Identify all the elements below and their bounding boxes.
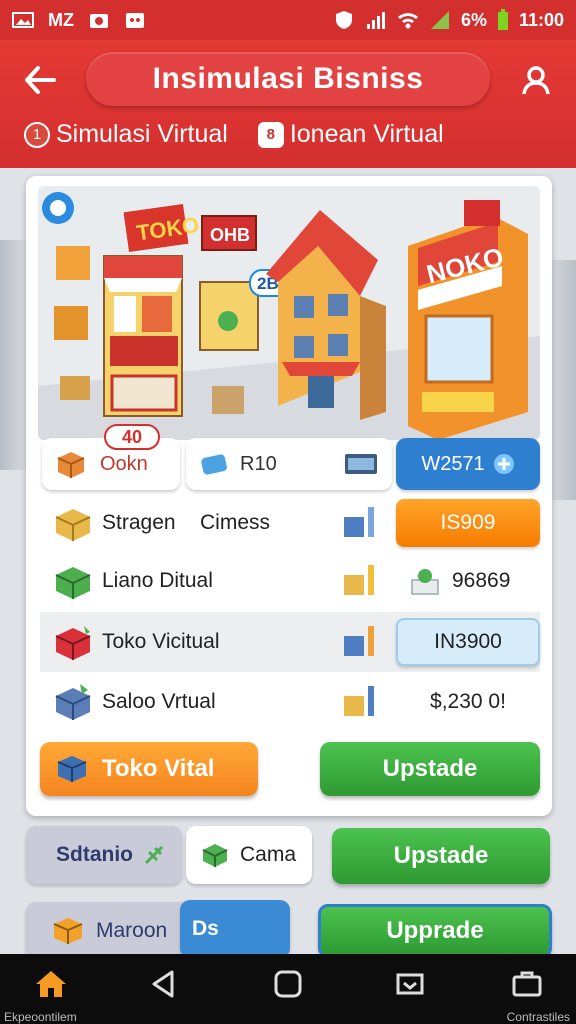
row-sub: Cimess [200,511,271,534]
vpn-icon [335,11,352,29]
gold-button[interactable]: W2571 [396,438,540,490]
battery-percent: 6% [460,9,487,30]
gold-value: W2571 [421,452,485,475]
balance-value: R10 [240,452,277,475]
house-building [266,210,386,420]
toko-virtual-button[interactable]: Toko Vital [40,742,258,796]
nav-label-right: Contrastiles [506,1010,570,1024]
row-value-wrap: 96869 [396,557,540,605]
city-backdrop-left [0,240,26,470]
carrier-label: MZ [48,9,74,30]
panel-label: Cama [240,843,297,866]
tab-simulasi-virtual[interactable]: 1 Simulasi Virtual [24,120,228,149]
camera-icon [90,14,108,28]
maroon-panel[interactable]: Maroon [26,902,206,960]
upgrade-button-3[interactable]: Upprade [318,904,552,958]
inbox-icon [396,973,424,995]
tab-label: Simulasi Virtual [56,120,228,148]
gallery-icon [12,12,34,28]
stat-panel[interactable]: Sdtanio [26,826,182,884]
box-icon [55,626,91,660]
pencil-icon [344,626,374,656]
inbox-button[interactable] [385,964,435,1004]
pencil-icon [344,565,374,595]
box-icon [55,509,91,541]
plant-icon [411,569,439,595]
app-bar: Insimulasi Bisniss 1 Simulasi Virtual 8 … [0,40,576,168]
plus-icon [493,454,514,474]
ds-panel[interactable]: Ds [180,900,290,958]
row-name: Toko Vicitual [102,630,220,653]
home-button[interactable] [26,964,76,1004]
business-scene: TOKO OHB 2B→ NOKO [38,186,540,440]
list-item[interactable]: Saloo Vrtual $,230 0! [40,672,540,732]
tab-badge: 8 [257,121,284,148]
panel-label: Ds [192,917,219,940]
card-icon [345,454,377,474]
bot-icon [126,13,144,28]
recents-button[interactable] [502,964,552,1004]
arrow-left-icon [25,66,56,94]
navigation-bar: Ekpeoontilem Contrastiles [0,954,576,1024]
user-icon [522,66,550,95]
back-button[interactable] [18,58,62,102]
upgrade-button[interactable]: Upstade [320,742,540,796]
box-icon [57,452,85,478]
camera-panel[interactable]: Cama [186,826,312,884]
noko-store: NOKO [408,200,528,440]
wifi-icon [397,13,418,29]
cell-signal-icon [430,11,449,29]
button-label: Toko Vital [102,755,215,782]
business-card: TOKO OHB 2B→ NOKO Ookn 40 R10 W2571 Stra… [26,176,552,816]
leaf-icon [144,845,164,865]
back-nav-button[interactable] [138,964,188,1004]
signal-icon [366,12,385,29]
list-item[interactable]: Stragen Cimess IS909 [40,494,540,552]
wallet-icon [201,454,227,475]
city-backdrop-right [550,260,576,500]
balance-stat[interactable]: R10 [186,438,392,490]
pencil-icon [344,507,374,537]
store-count-stat[interactable]: Ookn 40 [42,424,180,490]
row-value[interactable]: IS909 [396,499,540,547]
box-icon [53,918,83,944]
panel-label: Maroon [96,919,168,942]
list-item[interactable]: Toko Vicitual IN3900 [40,612,540,672]
triangle-back-icon [152,970,174,998]
nav-label-left: Ekpeoontilem [4,1010,77,1024]
briefcase-icon [512,971,542,997]
square-home-icon [274,970,302,998]
status-bar: MZ 6% 11:00 [0,0,576,40]
list-item[interactable]: Liano Ditual 96869 [40,552,540,610]
row-value: $,230 0! [430,690,506,713]
pencil-icon [344,686,374,716]
row-name: Stragen [102,511,176,534]
chat-bubble-icon [42,192,74,224]
store-badge: 40 [104,424,160,450]
box-icon [57,756,87,782]
box-icon [55,684,91,720]
row-value[interactable]: IN3900 [396,618,540,666]
svg-text:OHB: OHB [210,225,250,245]
tab-label: Ionean Virtual [289,120,444,148]
battery-icon [497,9,508,30]
shop-small-icon [54,246,90,400]
box-icon [55,567,91,599]
store-label: Ookn [100,452,148,475]
home-icon [36,971,66,997]
row-name: Liano Ditual [102,569,213,592]
page-title: Insimulasi Bisniss [86,52,490,106]
home-nav-button[interactable] [263,964,313,1004]
profile-button[interactable] [514,58,558,102]
upgrade-button-2[interactable]: Upstade [332,828,550,884]
tab-bar: 1 Simulasi Virtual 8 Ionean Virtual [24,120,444,149]
tab-ionean-virtual[interactable]: 8 Ionean Virtual [257,120,444,149]
panel-label: Sdtanio [56,843,133,866]
clock: 11:00 [518,9,564,30]
cube-icon [202,844,228,867]
row-name: Saloo Vrtual [102,690,216,713]
row-value: 96869 [452,569,511,592]
tab-badge: 1 [24,121,50,148]
